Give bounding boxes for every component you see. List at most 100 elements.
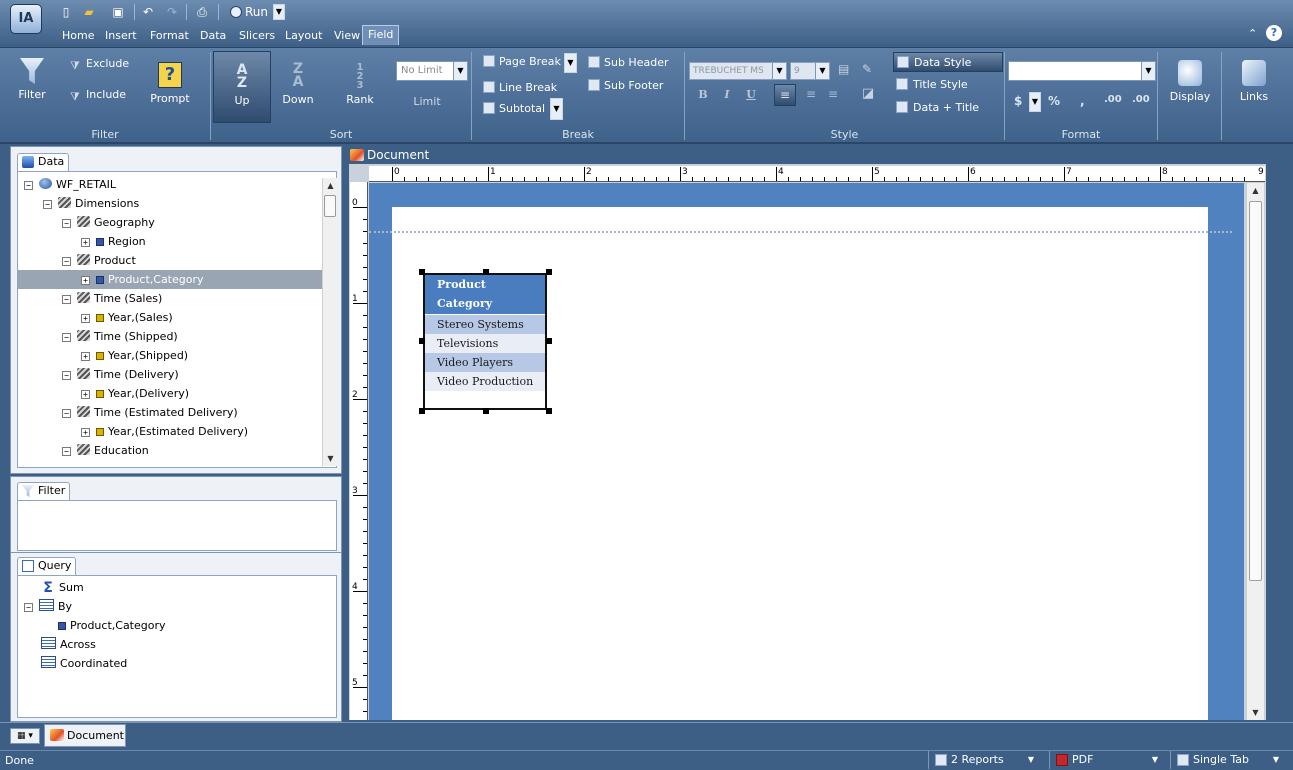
tab-document[interactable]: Document [44,724,126,747]
exclude-button[interactable]: ⧩ Exclude [70,57,132,72]
tree-item[interactable]: − Dimensions [18,194,336,213]
tree-item[interactable]: + Year,(Estimated Delivery) [18,422,336,441]
title-style-button[interactable]: Title Style [893,75,1003,95]
tab-mode-dropdown[interactable]: Single Tab ▼ [1170,751,1285,769]
expand-icon[interactable]: + [81,390,90,399]
resize-handle[interactable] [483,269,489,275]
tree-item[interactable]: − Time (Estimated Delivery) [18,403,336,422]
font-select[interactable]: TREBUCHET MS ▼ [689,62,787,80]
report-row[interactable]: Video Players [425,353,545,372]
collapse-icon[interactable]: − [62,333,71,342]
prompt-button[interactable]: ? Prompt [148,62,192,105]
format-select[interactable]: ▼ [1008,61,1156,81]
sub-header-button[interactable]: Sub Header [588,54,669,72]
tab-slicers[interactable]: Slicers [236,27,278,45]
data-tree-scrollbar[interactable]: ▲ ▼ [322,178,337,466]
collapse-icon[interactable]: − [24,181,33,190]
filter-dropzone[interactable] [17,500,337,551]
resize-handle[interactable] [419,338,425,344]
sort-up-button[interactable]: AZ Up [213,51,271,123]
decrease-decimal-button[interactable]: .00 [1132,94,1150,105]
collapse-icon[interactable]: − [43,200,52,209]
report-row[interactable]: Televisions [425,334,545,353]
align-left-icon[interactable]: ≡ [774,84,796,106]
tree-item[interactable]: − Education [18,441,336,460]
query-item[interactable]: Coordinated [18,654,336,673]
resize-handle[interactable] [546,338,552,344]
resize-handle[interactable] [419,408,425,414]
resize-handle[interactable] [546,269,552,275]
font-size-select[interactable]: 9 ▼ [790,62,830,80]
page-break-dropdown[interactable]: ▼ [564,53,577,73]
tree-item[interactable]: − Time (Shipped) [18,327,336,346]
currency-button[interactable]: $ [1014,94,1022,108]
tree-item[interactable]: + Year,(Shipped) [18,346,336,365]
scroll-down-icon[interactable]: ▼ [323,451,338,466]
collapse-icon[interactable]: − [62,219,71,228]
resize-handle[interactable] [419,269,425,275]
query-item[interactable]: Product,Category [18,616,336,635]
query-item[interactable]: Σ Sum [18,578,336,597]
redo-icon[interactable]: ↷ [164,3,180,21]
report-column-header[interactable]: Product Category [425,275,545,314]
limit-select[interactable]: No Limit ▼ [396,61,468,81]
tree-item[interactable]: + Year,(Delivery) [18,384,336,403]
expand-icon[interactable]: + [81,276,90,285]
percent-button[interactable]: % [1048,94,1060,108]
tab-layout[interactable]: Layout [282,27,325,45]
new-icon[interactable]: ▯ [58,3,74,21]
output-format-dropdown[interactable]: PDF ▼ [1049,751,1164,769]
tab-home[interactable]: Home [59,27,97,45]
report-row[interactable]: Stereo Systems [425,315,545,334]
run-button[interactable]: Run [226,3,272,21]
brush-icon[interactable]: ✎ [862,62,878,80]
fill-color-icon[interactable]: ◪ [858,84,878,106]
scroll-thumb[interactable] [1249,201,1262,581]
collapse-icon[interactable]: − [62,371,71,380]
collapse-icon[interactable]: − [62,409,71,418]
tree-item[interactable]: − Time (Delivery) [18,365,336,384]
resize-handle[interactable] [483,408,489,414]
tab-field[interactable]: Field [362,25,400,45]
collapse-icon[interactable]: − [62,257,71,266]
help-icon[interactable]: ? [1266,25,1282,41]
app-logo-button[interactable]: IA [10,4,42,34]
document-scrollbar[interactable]: ▲ ▼ [1246,183,1264,720]
query-item[interactable]: − By [18,597,336,616]
reports-count-dropdown[interactable]: 2 Reports ▼ [928,751,1040,769]
bold-button[interactable]: B [694,86,712,104]
scroll-up-icon[interactable]: ▲ [1247,183,1264,198]
align-right-icon[interactable]: ≡ [824,84,842,106]
currency-dropdown[interactable]: ▼ [1029,92,1041,112]
text-frame-icon[interactable]: ▤ [838,62,854,80]
tree-item[interactable]: + Product,Category [18,270,336,289]
include-button[interactable]: ⧩ Include [70,88,132,103]
tree-item[interactable]: + Region [18,232,336,251]
tree-item[interactable]: − Time (Sales) [18,289,336,308]
data-style-button[interactable]: Data Style [893,52,1003,72]
scroll-thumb[interactable] [324,195,336,217]
tab-data[interactable]: Data [197,27,229,45]
data-title-button[interactable]: Data + Title [893,98,1003,118]
align-center-icon[interactable]: ≡ [802,84,820,106]
run-dropdown-button[interactable]: ▼ [273,4,285,20]
resize-handle[interactable] [546,408,552,414]
tab-menu-button[interactable]: ▦ ▾ [10,728,40,744]
sub-footer-button[interactable]: Sub Footer [588,77,663,95]
underline-button[interactable]: U [742,86,760,104]
scroll-down-icon[interactable]: ▼ [1247,705,1264,720]
save-icon[interactable]: ▣ [110,3,126,21]
sort-down-button[interactable]: ZA Down [279,62,317,106]
subtotal-dropdown[interactable]: ▼ [550,98,563,120]
subtotal-button[interactable]: Subtotal [483,100,545,118]
comma-button[interactable]: , [1080,94,1085,108]
increase-decimal-button[interactable]: .00 [1104,94,1122,105]
italic-button[interactable]: I [718,86,736,104]
tree-item[interactable]: − WF_RETAIL [18,175,336,194]
report-object[interactable]: Product Category Stereo Systems Televisi… [423,273,547,410]
expand-icon[interactable]: + [81,352,90,361]
undo-icon[interactable]: ↶ [140,3,156,21]
expand-icon[interactable]: + [81,238,90,247]
collapse-icon[interactable]: − [62,447,71,456]
collapse-icon[interactable]: − [62,295,71,304]
